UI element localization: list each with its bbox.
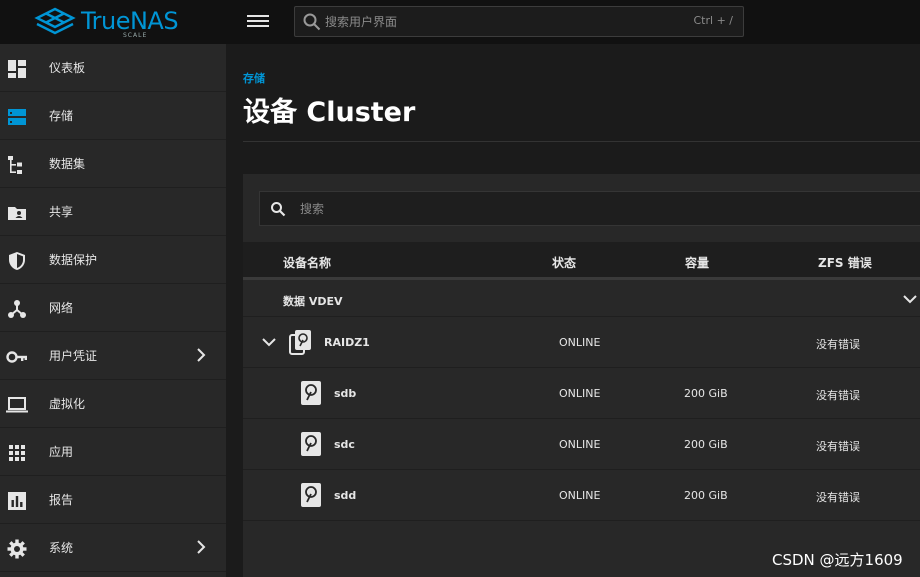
devices-card: 设备名称 状态 容量 ZFS 错误 数据 VDEV RAIDZ1 ONLINE … bbox=[243, 174, 920, 577]
sidebar-item-label: 数据集 bbox=[49, 157, 86, 171]
chevron-right-icon bbox=[197, 348, 206, 362]
sidebar-item-label: 用户凭证 bbox=[49, 349, 98, 363]
column-header-status[interactable]: 状态 bbox=[552, 254, 576, 271]
main-content: 存储 设备 Cluster 设备名称 状态 容量 ZFS 错误 数据 VDEV bbox=[226, 44, 920, 577]
device-status: ONLINE bbox=[559, 336, 601, 349]
table-row[interactable]: sdb ONLINE 200 GiB 没有错误 bbox=[243, 368, 920, 419]
device-filter[interactable] bbox=[259, 191, 920, 226]
top-bar: TrueNAS SCALE Ctrl + / bbox=[0, 0, 920, 44]
page-title: 设备 Cluster bbox=[243, 97, 416, 128]
sidebar-item-system[interactable]: 系统 bbox=[0, 524, 226, 572]
menu-toggle-button[interactable] bbox=[247, 12, 269, 32]
sidebar-item-shares[interactable]: 共享 bbox=[0, 188, 226, 236]
hamburger-icon bbox=[247, 15, 269, 17]
column-header-zfs-errors[interactable]: ZFS 错误 bbox=[818, 254, 872, 271]
table-header: 设备名称 状态 容量 ZFS 错误 bbox=[243, 242, 920, 280]
chevron-down-icon bbox=[903, 295, 917, 304]
device-errors: 没有错误 bbox=[816, 338, 860, 351]
device-name: RAIDZ1 bbox=[324, 336, 370, 349]
device-name: sdd bbox=[334, 489, 357, 502]
global-search[interactable]: Ctrl + / bbox=[294, 6, 744, 37]
vdev-group-row[interactable]: 数据 VDEV bbox=[243, 283, 920, 317]
sidebar-item-label: 数据保护 bbox=[49, 253, 98, 267]
gear-icon bbox=[6, 538, 28, 560]
device-status: ONLINE bbox=[559, 438, 601, 451]
sidebar-item-storage[interactable]: 存储 bbox=[0, 92, 226, 140]
device-status: ONLINE bbox=[559, 387, 601, 400]
sidebar: 仪表板 存储 数据集 共享 数据保护 网络 用户凭证 虚拟化 应用 报告 系统 bbox=[0, 44, 226, 577]
device-filter-input[interactable] bbox=[300, 192, 900, 225]
vdev-group-label: 数据 VDEV bbox=[283, 295, 343, 308]
share-folder-icon bbox=[6, 202, 28, 224]
sidebar-item-label: 系统 bbox=[49, 541, 74, 555]
sidebar-item-label: 应用 bbox=[49, 445, 74, 459]
sidebar-item-label: 仪表板 bbox=[49, 61, 86, 75]
sidebar-item-dashboard[interactable]: 仪表板 bbox=[0, 44, 226, 92]
sidebar-item-label: 网络 bbox=[49, 301, 74, 315]
column-header-capacity[interactable]: 容量 bbox=[685, 254, 709, 271]
sidebar-item-credentials[interactable]: 用户凭证 bbox=[0, 332, 226, 380]
sidebar-item-data-protection[interactable]: 数据保护 bbox=[0, 236, 226, 284]
sidebar-item-label: 报告 bbox=[49, 493, 74, 507]
apps-grid-icon bbox=[6, 442, 28, 464]
device-capacity: 200 GiB bbox=[684, 387, 728, 400]
storage-icon bbox=[6, 106, 28, 128]
disk-icon bbox=[301, 381, 321, 405]
sidebar-item-label: 共享 bbox=[49, 205, 74, 219]
disk-icon bbox=[301, 483, 321, 507]
logo-subtext: SCALE bbox=[123, 32, 148, 39]
search-shortcut-hint: Ctrl + / bbox=[693, 14, 734, 27]
shield-icon bbox=[6, 250, 28, 272]
table-row[interactable]: RAIDZ1 ONLINE 没有错误 bbox=[243, 317, 920, 368]
device-errors: 没有错误 bbox=[816, 491, 860, 504]
watermark: CSDN @远方1609 bbox=[772, 551, 903, 569]
sidebar-item-network[interactable]: 网络 bbox=[0, 284, 226, 332]
device-status: ONLINE bbox=[559, 489, 601, 502]
dataset-icon bbox=[6, 154, 28, 176]
chevron-down-icon[interactable] bbox=[262, 336, 276, 348]
table-row[interactable]: sdc ONLINE 200 GiB 没有错误 bbox=[243, 419, 920, 470]
title-divider bbox=[243, 141, 920, 142]
dashboard-icon bbox=[6, 58, 28, 80]
table-row[interactable]: sdd ONLINE 200 GiB 没有错误 bbox=[243, 470, 920, 521]
device-name: sdc bbox=[334, 438, 355, 451]
logo-text: TrueNAS bbox=[81, 7, 179, 35]
sidebar-item-label: 存储 bbox=[49, 109, 74, 123]
network-icon bbox=[6, 298, 28, 320]
sidebar-item-apps[interactable]: 应用 bbox=[0, 428, 226, 476]
disk-icon bbox=[301, 432, 321, 456]
sidebar-item-datasets[interactable]: 数据集 bbox=[0, 140, 226, 188]
sidebar-item-virtualization[interactable]: 虚拟化 bbox=[0, 380, 226, 428]
truenas-logo-icon bbox=[34, 7, 76, 35]
laptop-icon bbox=[6, 394, 28, 416]
chevron-right-icon bbox=[197, 540, 206, 554]
device-name: sdb bbox=[334, 387, 357, 400]
sidebar-item-reporting[interactable]: 报告 bbox=[0, 476, 226, 524]
device-errors: 没有错误 bbox=[816, 440, 860, 453]
breadcrumb[interactable]: 存储 bbox=[243, 70, 265, 86]
device-capacity: 200 GiB bbox=[684, 438, 728, 451]
global-search-input[interactable] bbox=[325, 7, 685, 36]
vdev-icon bbox=[289, 330, 311, 355]
search-icon bbox=[303, 13, 321, 31]
chart-icon bbox=[6, 490, 28, 512]
key-icon bbox=[6, 346, 28, 368]
device-capacity: 200 GiB bbox=[684, 489, 728, 502]
sidebar-item-label: 虚拟化 bbox=[49, 397, 86, 411]
device-errors: 没有错误 bbox=[816, 389, 860, 402]
search-icon bbox=[271, 202, 286, 217]
column-header-device-name[interactable]: 设备名称 bbox=[283, 254, 331, 271]
